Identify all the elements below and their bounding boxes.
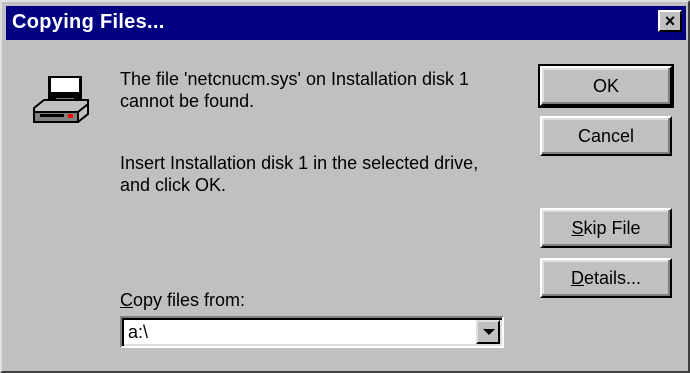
message-line: The file 'netcnucm.sys' on Installation … [120,69,470,89]
title-bar[interactable]: Copying Files... × [6,6,686,40]
floppy-drive-icon [30,74,90,130]
details-button[interactable]: Details... [540,258,672,298]
cancel-label: Cancel [577,126,635,146]
skip-file-accel: S [571,218,584,238]
details-accel: D [570,268,584,288]
ok-button[interactable]: OK [538,64,674,108]
skip-file-label: kip File [583,218,641,238]
message-line: cannot be found. [120,91,255,111]
cancel-button[interactable]: Cancel [540,116,672,156]
copy-from-label: Copy files from: [120,290,246,310]
copy-from-combobox[interactable]: a:\ [120,316,504,348]
chevron-down-icon [483,329,495,335]
copying-files-dialog: Copying Files... × The file 'netcnucm.sy… [0,0,690,373]
close-button[interactable]: × [658,10,682,32]
instruction-message: Insert Installation disk 1 in the select… [120,152,520,196]
ok-label: OK [592,76,619,96]
window-title: Copying Files... [12,11,165,33]
copy-from-accel: C [120,290,133,310]
skip-file-button[interactable]: Skip File [540,208,672,248]
error-message: The file 'netcnucm.sys' on Installation … [120,68,520,112]
copy-from-value[interactable]: a:\ [128,322,148,343]
message-line: and click OK. [120,175,227,195]
details-label: etails... [583,268,642,288]
close-icon: × [664,11,676,31]
dropdown-button[interactable] [476,320,500,344]
message-line: Insert Installation disk 1 in the select… [120,153,479,173]
